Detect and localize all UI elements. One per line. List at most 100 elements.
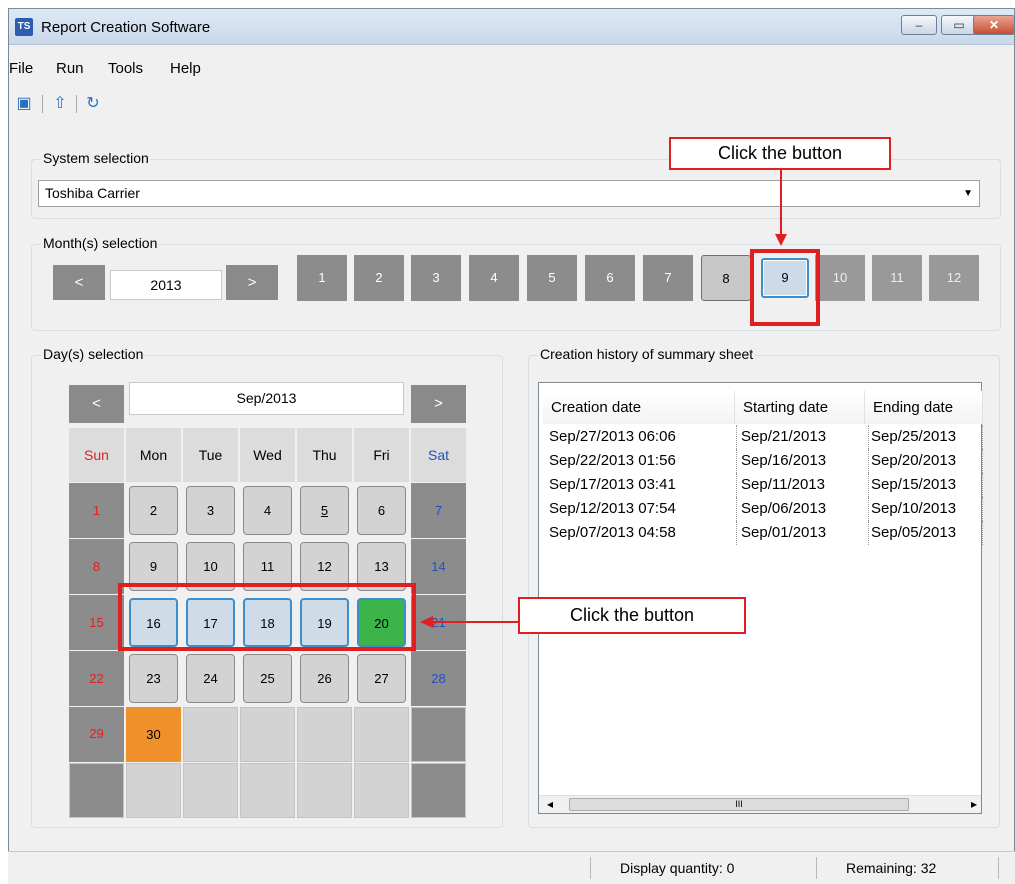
history-cell: Sep/25/2013	[869, 425, 983, 449]
system-combo-value: Toshiba Carrier	[45, 185, 140, 201]
history-row[interactable]: Sep/17/2013 03:41 Sep/11/2013 Sep/15/2013	[547, 473, 983, 497]
history-cell: Sep/21/2013	[739, 425, 869, 449]
minimize-button[interactable]: –	[901, 15, 937, 35]
month-label: Sep/2013	[129, 382, 404, 415]
month-button-1[interactable]: 1	[297, 255, 347, 301]
column-header-ending[interactable]: Ending date	[865, 391, 983, 424]
weekday-wed: Wed	[240, 428, 295, 482]
history-row[interactable]: Sep/27/2013 06:06 Sep/21/2013 Sep/25/2013	[547, 425, 983, 449]
history-row[interactable]: Sep/22/2013 01:56 Sep/16/2013 Sep/20/2013	[547, 449, 983, 473]
history-cell: Sep/01/2013	[739, 521, 869, 545]
month-button-12[interactable]: 12	[929, 255, 979, 301]
refresh-icon[interactable]: ↻	[82, 93, 104, 115]
month-button-10[interactable]: 10	[815, 255, 865, 301]
day-button-26[interactable]: 26	[297, 651, 352, 706]
history-cell: Sep/11/2013	[739, 473, 869, 497]
day-button-25[interactable]: 25	[240, 651, 295, 706]
column-header-starting[interactable]: Starting date	[735, 391, 865, 424]
day-button-23[interactable]: 23	[126, 651, 181, 706]
day-button-7[interactable]: 7	[411, 483, 466, 538]
day-button-4[interactable]: 4	[240, 483, 295, 538]
month-button-6[interactable]: 6	[585, 255, 635, 301]
weekday-thu: Thu	[297, 428, 352, 482]
month-button-7[interactable]: 7	[643, 255, 693, 301]
history-cell: Sep/07/2013 04:58	[547, 521, 737, 545]
day-empty-cell	[69, 763, 124, 818]
day-button-1[interactable]: 1	[69, 483, 124, 538]
weekday-sat: Sat	[411, 428, 466, 482]
day-button-15[interactable]: 15	[69, 595, 124, 650]
day-empty-cell	[411, 707, 466, 762]
scroll-right-icon[interactable]: ▸	[971, 797, 977, 811]
day-label-15: 15	[72, 598, 121, 647]
close-button[interactable]: ✕	[973, 15, 1015, 35]
menu-run[interactable]: Run	[56, 60, 84, 77]
scroll-grip-label: III	[735, 799, 743, 809]
day-button-29[interactable]: 29	[69, 707, 124, 762]
column-header-creation[interactable]: Creation date	[543, 391, 735, 424]
day-empty-cell	[354, 707, 409, 762]
day-empty-cell	[183, 763, 238, 818]
status-bar: Display quantity: 0 Remaining: 32	[8, 851, 1015, 884]
report-icon[interactable]: ▣	[13, 93, 35, 115]
month-button-5[interactable]: 5	[527, 255, 577, 301]
menu-file[interactable]: File	[9, 60, 33, 77]
day-label-26: 26	[300, 654, 349, 703]
history-row[interactable]: Sep/12/2013 07:54 Sep/06/2013 Sep/10/2013	[547, 497, 983, 521]
day-button-14[interactable]: 14	[411, 539, 466, 594]
window-title: Report Creation Software	[41, 19, 211, 36]
day-selection-legend: Day(s) selection	[41, 346, 146, 362]
menu-help[interactable]: Help	[170, 60, 201, 77]
export-icon[interactable]: ⇧	[49, 93, 71, 115]
weekday-fri: Fri	[354, 428, 409, 482]
day-button-2[interactable]: 2	[126, 483, 181, 538]
year-input[interactable]: 2013	[110, 270, 222, 300]
menu-tools[interactable]: Tools	[108, 60, 143, 77]
toolbar: ▣ ⇧ ↻	[9, 91, 1014, 119]
day-empty-cell	[297, 707, 352, 762]
annotation-callout-middle: Click the button	[518, 597, 746, 634]
horizontal-scrollbar[interactable]: ◂ III ▸	[539, 795, 981, 813]
history-legend: Creation history of summary sheet	[538, 346, 756, 362]
day-label-6: 6	[357, 486, 406, 535]
annotation-arrow-head	[420, 616, 433, 628]
highlight-days	[118, 583, 416, 651]
status-separator	[998, 857, 999, 879]
month-prev-button[interactable]: <	[69, 385, 124, 423]
day-label-28: 28	[414, 654, 463, 703]
month-button-2[interactable]: 2	[354, 255, 404, 301]
day-label-2: 2	[129, 486, 178, 535]
remaining-status: Remaining: 32	[846, 860, 937, 876]
day-button-27[interactable]: 27	[354, 651, 409, 706]
day-label-29: 29	[72, 710, 121, 759]
day-button-5[interactable]: 5	[297, 483, 352, 538]
month-button-8[interactable]: 8	[701, 255, 751, 301]
day-button-28[interactable]: 28	[411, 651, 466, 706]
maximize-button[interactable]: ▭	[941, 15, 977, 35]
day-button-30[interactable]: 30	[126, 707, 181, 762]
scroll-thumb[interactable]: III	[569, 798, 909, 811]
system-selection-legend: System selection	[41, 150, 151, 166]
day-button-8[interactable]: 8	[69, 539, 124, 594]
weekday-tue: Tue	[183, 428, 238, 482]
month-next-button[interactable]: >	[411, 385, 466, 423]
weekday-sun: Sun	[69, 428, 124, 482]
highlight-month-9	[750, 249, 820, 326]
scroll-left-icon[interactable]: ◂	[547, 797, 553, 811]
year-next-button[interactable]: >	[226, 265, 278, 300]
app-logo-icon: TS	[15, 18, 33, 36]
month-button-3[interactable]: 3	[411, 255, 461, 301]
history-row[interactable]: Sep/07/2013 04:58 Sep/01/2013 Sep/05/2013	[547, 521, 983, 545]
day-button-3[interactable]: 3	[183, 483, 238, 538]
day-button-22[interactable]: 22	[69, 651, 124, 706]
month-button-4[interactable]: 4	[469, 255, 519, 301]
menu-bar: File Run Tools Help	[9, 56, 1014, 80]
month-button-11[interactable]: 11	[872, 255, 922, 301]
day-button-6[interactable]: 6	[354, 483, 409, 538]
day-button-24[interactable]: 24	[183, 651, 238, 706]
system-combo[interactable]: Toshiba Carrier ▼	[38, 180, 980, 207]
day-label-4: 4	[243, 486, 292, 535]
day-label-8: 8	[72, 542, 121, 591]
weekday-mon: Mon	[126, 428, 181, 482]
year-prev-button[interactable]: <	[53, 265, 105, 300]
